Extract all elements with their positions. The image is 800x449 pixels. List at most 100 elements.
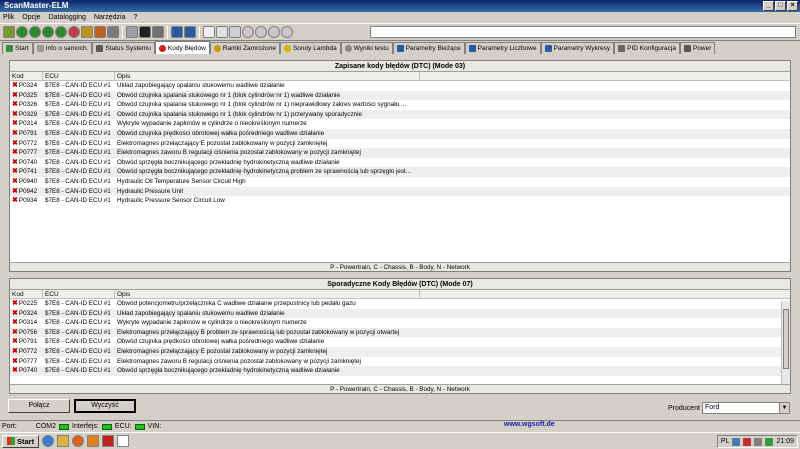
dtc-code: P0777 [18, 357, 38, 365]
dtc-row[interactable]: ✖P0740 $7E8 - CAN-ID ECU #1 Obwód sprzęgła… [10, 366, 790, 376]
dtc-ecu: $7E8 - CAN-ID ECU #1 [45, 168, 111, 176]
ie-icon[interactable] [42, 435, 55, 447]
minimize-button[interactable]: _ [763, 1, 774, 11]
open-document-icon[interactable] [216, 26, 228, 38]
chevron-down-icon[interactable]: ▼ [779, 403, 789, 413]
language-indicator[interactable]: PL [721, 438, 730, 445]
dtc-ecu: $7E8 - CAN-ID ECU #1 [45, 91, 111, 99]
dtc-code: P0942 [18, 187, 38, 195]
dtc-description: Obwód sprzęgła bocznikującego przekładni… [117, 367, 340, 375]
dtc-row[interactable]: ✖P0934 $7E8 - CAN-ID ECU #1 Hydraulic Pres… [10, 196, 790, 206]
dtc-ecu: $7E8 - CAN-ID ECU #1 [45, 158, 111, 166]
start-button[interactable]: Start [2, 434, 40, 448]
dtc-row[interactable]: ✖P0791 $7E8 - CAN-ID ECU #1 Obwód czujnika… [10, 337, 790, 347]
dtc-row[interactable]: ✖P0325 $7E8 - CAN-ID ECU #1 Obwód czujnika… [10, 90, 790, 101]
dtc-row[interactable]: ✖P0942 $7E8 - CAN-ID ECU #1 Hydraulic Pres… [10, 186, 790, 197]
tab-power[interactable]: Power [679, 42, 716, 54]
menu-datalogging[interactable]: Datalogging [49, 12, 86, 23]
tab-numeric-params[interactable]: Parametry Liczbowe [464, 42, 541, 54]
dtc-row[interactable]: ✖P0741 $7E8 - CAN-ID ECU #1 Obwód sprzęgła… [10, 167, 790, 177]
media-icon[interactable] [87, 435, 100, 447]
tab-chart-params[interactable]: Parametry Wykresy [540, 42, 615, 54]
menu-plik[interactable]: Plik [3, 12, 14, 23]
help-icon[interactable] [184, 26, 196, 38]
save-document-icon[interactable] [229, 26, 241, 38]
producent-select[interactable]: Ford ▼ [702, 402, 790, 414]
tab-start[interactable]: Start [2, 42, 33, 54]
tab-freeze-frame[interactable]: Ramki Zamrożone [209, 42, 280, 54]
monitor-icon[interactable] [126, 26, 138, 38]
error-icon [158, 44, 166, 52]
dtc-description: Elektromagnes przełączający E pozostał z… [117, 139, 328, 147]
refresh-icon[interactable] [42, 26, 54, 38]
dtc-row[interactable]: ✖P0314 $7E8 - CAN-ID ECU #1 Wykryte wypada… [10, 119, 790, 129]
wizard-icon[interactable] [3, 26, 15, 38]
dtc-row[interactable]: ✖P0314 $7E8 - CAN-ID ECU #1 Wykryte wypada… [10, 318, 790, 328]
dtc-ecu: $7E8 - CAN-ID ECU #1 [45, 197, 111, 205]
dtc-code: P0325 [18, 91, 38, 99]
new-document-icon[interactable] [203, 26, 215, 38]
network-icon[interactable] [732, 437, 741, 446]
record-disabled-icon[interactable] [242, 26, 254, 38]
record-icon[interactable] [68, 26, 80, 38]
graph-icon[interactable] [94, 26, 106, 38]
dtc-row[interactable]: ✖P0772 $7E8 - CAN-ID ECU #1 Elektromagnes … [10, 346, 790, 357]
folder-icon[interactable] [57, 435, 70, 447]
connect-button[interactable]: Połącz [8, 399, 70, 413]
security-icon[interactable] [743, 437, 752, 446]
disconnect-icon[interactable] [29, 26, 41, 38]
column-kod[interactable]: Kod [10, 290, 43, 298]
dtc-row[interactable]: ✖P0772 $7E8 - CAN-ID ECU #1 Elektromagnes … [10, 139, 790, 149]
tab-info[interactable]: Info o samoch. [32, 42, 93, 54]
dtc-row[interactable]: ✖P0324 $7E8 - CAN-ID ECU #1 Układ zapobieg… [10, 308, 790, 319]
connect-icon[interactable] [16, 26, 28, 38]
website-link[interactable]: www.wgsoft.de [504, 421, 555, 428]
column-ecu[interactable]: ECU [43, 72, 115, 80]
stop-icon[interactable] [55, 26, 67, 38]
dtc-code: P0756 [18, 328, 38, 336]
volume-icon[interactable] [754, 437, 763, 446]
grid-icon[interactable] [152, 26, 164, 38]
column-kod[interactable]: Kod [10, 72, 43, 80]
tab-dtc[interactable]: Kody Błędów [154, 41, 210, 54]
config-icon[interactable] [107, 26, 119, 38]
column-opis[interactable]: Opis [115, 72, 420, 80]
pause-disabled-icon[interactable] [268, 26, 280, 38]
menu-opcje[interactable]: Opcje [22, 12, 40, 23]
clear-button[interactable]: Wyczyść [74, 399, 136, 413]
info-icon[interactable] [171, 26, 183, 38]
chart-icon[interactable] [81, 26, 93, 38]
app-icon[interactable] [102, 435, 115, 447]
dtc-row[interactable]: ✖P0777 $7E8 - CAN-ID ECU #1 Elektromagnes … [10, 357, 790, 367]
dtc-row[interactable]: ✖P0326 $7E8 - CAN-ID ECU #1 Obwód czujnika… [10, 100, 790, 110]
dtc-row[interactable]: ✖P0740 $7E8 - CAN-ID ECU #1 Obwód sprzęgła… [10, 158, 790, 168]
scanmaster-task-icon[interactable] [117, 435, 130, 447]
firefox-icon[interactable] [72, 435, 85, 447]
dtc-row[interactable]: ✖P0329 $7E8 - CAN-ID ECU #1 Obwód czujnika… [10, 109, 790, 120]
tab-test-results[interactable]: Wyniki testu [340, 42, 393, 54]
menu-help[interactable]: ? [133, 12, 137, 23]
dtc-row[interactable]: ✖P0756 $7E8 - CAN-ID ECU #1 Elektromagnes … [10, 327, 790, 338]
tab-status[interactable]: Status Systemu [92, 42, 155, 54]
screen-icon[interactable] [139, 26, 151, 38]
menu-narzedzia[interactable]: Narzędzia [94, 12, 126, 23]
dtc-row[interactable]: ✖P0791 $7E8 - CAN-ID ECU #1 Obwód czujnika… [10, 128, 790, 139]
monitor-icon [96, 45, 104, 52]
toolbar-separator [167, 25, 168, 39]
dtc-row[interactable]: ✖P0324 $7E8 - CAN-ID ECU #1 Układ zapobieg… [10, 81, 790, 91]
dtc-row[interactable]: ✖P0777 $7E8 - CAN-ID ECU #1 Elektromagnes … [10, 148, 790, 158]
tab-pid-config[interactable]: PID Konfiguracja [614, 42, 680, 54]
dtc-row[interactable]: ✖P0225 $7E8 - CAN-ID ECU #1 Obwód potencjo… [10, 299, 790, 309]
tab-current-params[interactable]: Parametry Bieżące [392, 42, 465, 54]
update-icon[interactable] [765, 437, 774, 446]
column-ecu[interactable]: ECU [43, 290, 115, 298]
play-disabled-icon[interactable] [255, 26, 267, 38]
stop-disabled-icon[interactable] [281, 26, 293, 38]
pending-dtc-scrollbar[interactable] [781, 301, 790, 384]
scrollbar-thumb[interactable] [783, 309, 789, 369]
tab-lambda[interactable]: Sondy Lambda [279, 42, 341, 54]
maximize-button[interactable]: □ [775, 1, 786, 11]
close-button[interactable]: × [787, 1, 798, 11]
column-opis[interactable]: Opis [115, 290, 420, 298]
dtc-row[interactable]: ✖P0940 $7E8 - CAN-ID ECU #1 Hydraulic Oil … [10, 177, 790, 187]
